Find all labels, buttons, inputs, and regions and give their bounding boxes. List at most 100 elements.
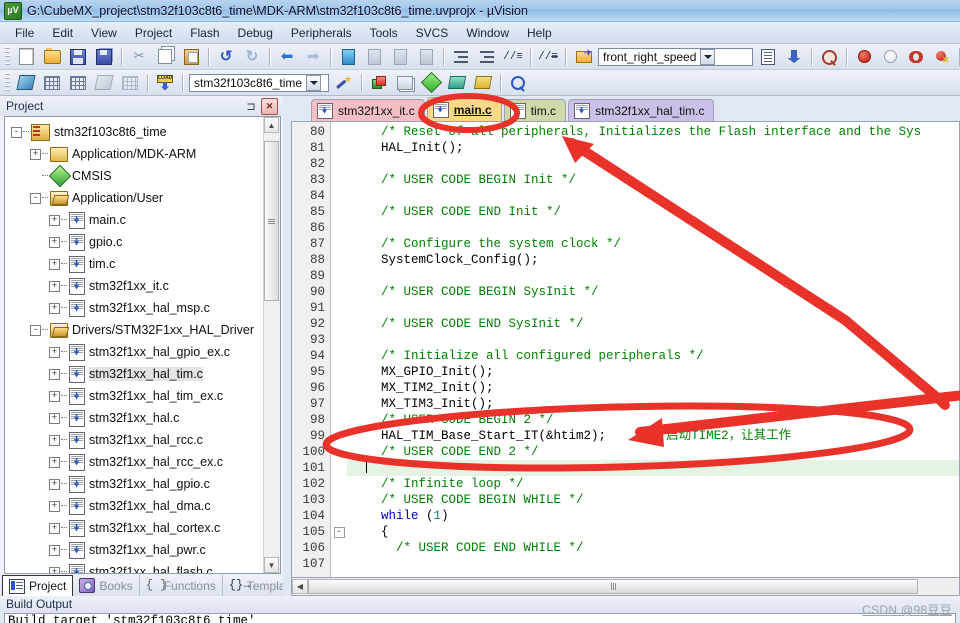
rebuild-all-button[interactable] [66,71,90,95]
expand-icon[interactable]: + [49,236,60,248]
menu-debug[interactable]: Debug [229,24,282,42]
tree-item[interactable]: + main.c [5,209,264,231]
code-line[interactable]: MX_GPIO_Init(); [347,364,959,380]
fold-cell[interactable] [331,364,347,380]
project-tree-scrollbar[interactable]: ▲ ▼ [263,117,280,573]
expand-icon[interactable]: + [49,566,60,573]
tree-item[interactable]: + tim.c [5,253,264,275]
editor-tab-stm32f1xx_hal_tim-c[interactable]: stm32f1xx_hal_tim.c [568,99,715,121]
menu-peripherals[interactable]: Peripherals [282,24,361,42]
options-target-button[interactable] [332,71,356,95]
expand-icon[interactable]: + [49,346,60,358]
code-line[interactable]: /* USER CODE BEGIN SysInit */ [347,284,959,300]
fold-cell[interactable] [331,444,347,460]
open-file-button[interactable] [40,45,64,69]
fold-cell[interactable] [331,124,347,140]
scrollbar-track[interactable] [308,579,959,594]
kill-all-breakpoints-button[interactable] [930,45,954,69]
disable-all-breakpoints-button[interactable] [904,45,928,69]
tree-item[interactable]: + stm32f1xx_hal_gpio.c [5,473,264,495]
expand-icon[interactable]: + [49,390,60,402]
code-line[interactable]: /* USER CODE BEGIN 2 */ [347,412,959,428]
fold-cell[interactable] [331,140,347,156]
save-all-button[interactable] [92,45,116,69]
uncomment-button[interactable]: //≡ [536,45,560,69]
tree-item[interactable]: + Application/MDK-ARM [5,143,264,165]
tree-item[interactable]: - Application/User [5,187,264,209]
toolbar-grip[interactable] [5,72,10,93]
code-line[interactable]: { [347,524,959,540]
fold-cell[interactable] [331,476,347,492]
tree-item[interactable]: + stm32f1xx_hal_msp.c [5,297,264,319]
code-line[interactable]: /* USER CODE END Init */ [347,204,959,220]
editor-tab-stm32f1xx_it-c[interactable]: stm32f1xx_it.c [311,99,425,121]
collapse-icon[interactable]: - [30,324,41,336]
code-line[interactable]: /* Infinite loop */ [347,476,959,492]
bookmark-clear-button[interactable] [414,45,438,69]
books-yellow-button[interactable] [471,71,495,95]
code-line[interactable]: /* USER CODE BEGIN WHILE */ [347,492,959,508]
fold-cell[interactable] [331,348,347,364]
tree-item[interactable]: + stm32f1xx_hal_tim_ex.c [5,385,264,407]
fold-cell[interactable] [331,220,347,236]
find-in-files-button[interactable] [506,71,530,95]
code-line[interactable]: /* USER CODE BEGIN Init */ [347,172,959,188]
code-line[interactable]: /* Reset of all peripherals, Initializes… [347,124,959,140]
batch-build-button[interactable] [92,71,116,95]
manage-multi-project-button[interactable] [393,71,417,95]
chevron-down-icon[interactable] [700,48,716,65]
tree-item[interactable]: + stm32f1xx_hal_rcc.c [5,429,264,451]
bookmark-prev-button[interactable] [362,45,386,69]
scroll-down-icon[interactable]: ▼ [264,557,279,573]
new-file-button[interactable] [14,45,38,69]
expand-icon[interactable]: + [49,456,60,468]
symbol-combo[interactable]: front_right_speed [598,47,753,66]
editor-tab-strip[interactable]: stm32f1xx_it.c main.c tim.c stm32f1xx_hal_t… [291,96,960,121]
project-panel-tabs[interactable]: Project Books{ } Functions {}→ Templates [0,575,309,596]
code-line[interactable]: /* Configure the system clock */ [347,236,959,252]
editor-tab-main-c[interactable]: main.c [426,97,502,121]
fold-cell[interactable] [331,236,347,252]
expand-icon[interactable]: + [49,522,60,534]
chevron-down-icon[interactable] [306,74,322,91]
code-line[interactable] [347,220,959,236]
fold-cell[interactable] [331,540,347,556]
fold-cell[interactable] [331,268,347,284]
tree-item[interactable]: + gpio.c [5,231,264,253]
tree-item[interactable]: + stm32f1xx_hal_gpio_ex.c [5,341,264,363]
tree-item[interactable]: + stm32f1xx_hal_cortex.c [5,517,264,539]
navigate-forward-button[interactable]: ➡ [301,45,325,69]
tree-item[interactable]: + stm32f1xx_hal_tim.c [5,363,264,385]
menu-view[interactable]: View [82,24,126,42]
indent-button[interactable] [449,45,473,69]
code-line[interactable] [347,332,959,348]
manage-run-time-env-button[interactable] [367,71,391,95]
fold-cell[interactable] [331,284,347,300]
code-line[interactable] [347,268,959,284]
tree-item[interactable]: + stm32f1xx_hal_pwr.c [5,539,264,561]
browse-symbols-button[interactable] [756,45,780,69]
stop-build-button[interactable] [118,71,142,95]
fold-cell[interactable] [331,300,347,316]
project-tree[interactable]: - stm32f103c8t6_time + Application/MDK-ARM C… [5,117,264,573]
panel-tab-books[interactable]: Books [73,575,140,596]
scrollbar-thumb[interactable] [308,579,918,594]
expand-icon[interactable]: + [49,368,60,380]
download-button[interactable]: LOAD [153,71,177,95]
fold-cell[interactable] [331,332,347,348]
fold-cell[interactable] [331,396,347,412]
scroll-left-icon[interactable]: ◀ [292,579,308,594]
tree-item[interactable]: + stm32f1xx_hal_rcc_ex.c [5,451,264,473]
menu-window[interactable]: Window [457,24,518,42]
code-line[interactable]: MX_TIM3_Init(); [347,396,959,412]
bookmark-next-button[interactable] [388,45,412,69]
code-line[interactable]: /* USER CODE END 2 */ [347,444,959,460]
redo-button[interactable]: ↻ [240,45,264,69]
tree-item[interactable]: + stm32f1xx_hal_dma.c [5,495,264,517]
panel-tab-project[interactable]: Project [2,575,74,596]
panel-tab-functions[interactable]: { } Functions [140,575,223,596]
copy-button[interactable] [153,45,177,69]
fold-cell[interactable] [331,156,347,172]
close-icon[interactable]: ✕ [261,97,278,115]
paste-button[interactable] [179,45,203,69]
